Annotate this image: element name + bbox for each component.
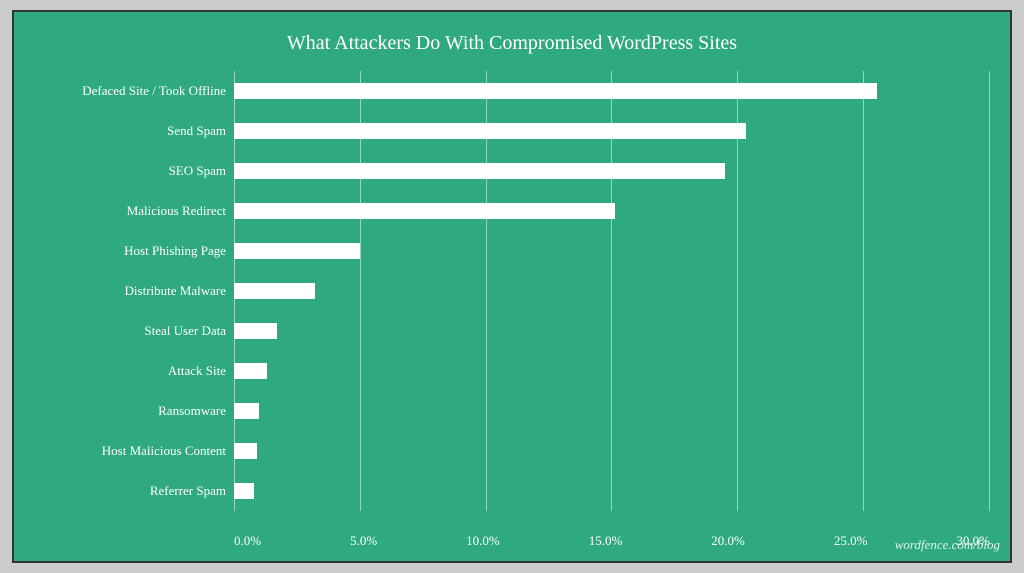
x-tick: 10.0%	[466, 533, 500, 549]
bar-row	[234, 240, 990, 262]
chart-title: What Attackers Do With Compromised WordP…	[34, 32, 990, 55]
y-label: Steal User Data	[34, 323, 226, 339]
bar	[234, 403, 259, 419]
x-tick: 0.0%	[234, 533, 261, 549]
bar	[234, 83, 877, 99]
y-label: Host Phishing Page	[34, 243, 226, 259]
bar	[234, 243, 360, 259]
x-tick: 20.0%	[711, 533, 745, 549]
bar	[234, 283, 315, 299]
bar	[234, 483, 254, 499]
bar-row	[234, 200, 990, 222]
chart-body: Defaced Site / Took Offline Send Spam SEO …	[34, 71, 990, 511]
y-label: Defaced Site / Took Offline	[34, 83, 226, 99]
y-label: Ransomware	[34, 403, 226, 419]
bar	[234, 443, 257, 459]
y-label: Host Malicious Content	[34, 443, 226, 459]
plot-area: 0.0%5.0%10.0%15.0%20.0%25.0%30.0%	[234, 71, 990, 511]
bar-row	[234, 480, 990, 502]
y-label: SEO Spam	[34, 163, 226, 179]
y-label: Referrer Spam	[34, 483, 226, 499]
y-label: Attack Site	[34, 363, 226, 379]
x-tick: 5.0%	[350, 533, 377, 549]
y-label: Malicious Redirect	[34, 203, 226, 219]
bar-row	[234, 400, 990, 422]
bar	[234, 123, 746, 139]
bar-row	[234, 160, 990, 182]
x-axis: 0.0%5.0%10.0%15.0%20.0%25.0%30.0%	[234, 533, 990, 549]
bar-row	[234, 120, 990, 142]
bar-row	[234, 360, 990, 382]
bar-row	[234, 80, 990, 102]
watermark: wordfence.com/blog	[895, 537, 1000, 553]
bar	[234, 323, 277, 339]
y-label: Distribute Malware	[34, 283, 226, 299]
bar-row	[234, 440, 990, 462]
y-label: Send Spam	[34, 123, 226, 139]
chart-container: What Attackers Do With Compromised WordP…	[12, 10, 1012, 563]
bar-row	[234, 280, 990, 302]
bar	[234, 163, 725, 179]
bar	[234, 363, 267, 379]
x-tick: 15.0%	[589, 533, 623, 549]
x-tick: 25.0%	[834, 533, 868, 549]
y-labels: Defaced Site / Took Offline Send Spam SEO …	[34, 71, 234, 511]
bar	[234, 203, 615, 219]
bar-row	[234, 320, 990, 342]
